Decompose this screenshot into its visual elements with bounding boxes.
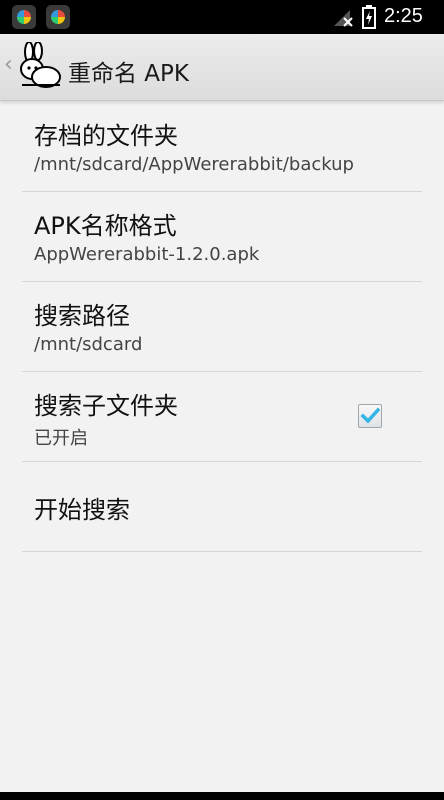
navigation-bar-edge <box>0 792 444 800</box>
pref-apk-name-format[interactable]: APK名称格式 AppWererabbit-1.2.0.apk <box>22 192 422 282</box>
pref-title: 存档的文件夹 <box>34 122 178 150</box>
pref-backup-folder[interactable]: 存档的文件夹 /mnt/sdcard/AppWererabbit/backup <box>22 102 422 192</box>
no-signal-icon <box>334 10 353 27</box>
pref-title: 搜索路径 <box>34 302 130 330</box>
app-notification-icon[interactable] <box>46 5 70 29</box>
pref-search-subfolders[interactable]: 搜索子文件夹 已开启 <box>22 372 422 462</box>
pref-title: 开始搜索 <box>34 496 130 524</box>
pref-summary: /mnt/sdcard <box>34 334 143 355</box>
up-caret-icon[interactable]: ‹ <box>4 54 13 76</box>
subfolders-checkbox[interactable] <box>358 404 382 428</box>
page-title: 重命名 APK <box>68 61 189 87</box>
battery-charging-icon <box>362 5 376 29</box>
pref-title: APK名称格式 <box>34 212 177 240</box>
pref-start-search[interactable]: 开始搜索 <box>22 462 422 552</box>
preference-list: 存档的文件夹 /mnt/sdcard/AppWererabbit/backup … <box>22 102 422 552</box>
status-bar: 2:25 <box>0 0 444 34</box>
pref-summary: /mnt/sdcard/AppWererabbit/backup <box>34 154 354 175</box>
rabbit-logo-icon[interactable] <box>16 42 62 90</box>
pref-search-path[interactable]: 搜索路径 /mnt/sdcard <box>22 282 422 372</box>
app-notification-icon[interactable] <box>12 5 36 29</box>
action-bar: ‹ 重命名 APK <box>0 34 444 101</box>
pref-summary: 已开启 <box>34 428 88 449</box>
check-icon <box>360 407 380 424</box>
clock: 2:25 <box>384 5 423 27</box>
pref-title: 搜索子文件夹 <box>34 392 178 420</box>
pref-summary: AppWererabbit-1.2.0.apk <box>34 244 260 265</box>
